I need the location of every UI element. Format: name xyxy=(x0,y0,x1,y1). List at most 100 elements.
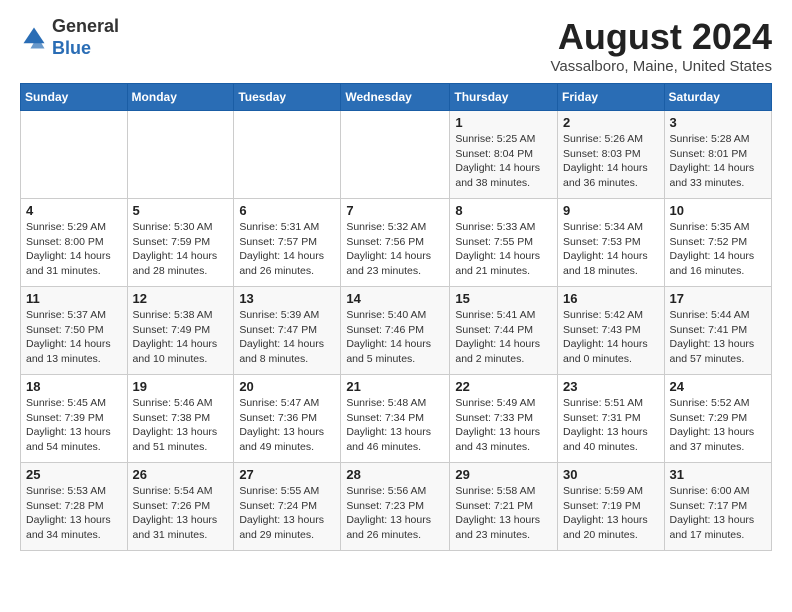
calendar-day-cell xyxy=(234,111,341,199)
day-number: 14 xyxy=(346,291,444,306)
day-info: Sunrise: 5:26 AM Sunset: 8:03 PM Dayligh… xyxy=(563,132,659,191)
page-header: General Blue August 2024 Vassalboro, Mai… xyxy=(20,16,772,75)
day-number: 18 xyxy=(26,379,122,394)
day-info: Sunrise: 5:48 AM Sunset: 7:34 PM Dayligh… xyxy=(346,396,444,455)
day-of-week-header: Friday xyxy=(558,84,665,111)
day-number: 3 xyxy=(670,115,766,130)
day-info: Sunrise: 5:37 AM Sunset: 7:50 PM Dayligh… xyxy=(26,308,122,367)
calendar-week-row: 18 Sunrise: 5:45 AM Sunset: 7:39 PM Dayli… xyxy=(21,375,772,463)
calendar-day-cell: 23 Sunrise: 5:51 AM Sunset: 7:31 PM Dayli… xyxy=(558,375,665,463)
calendar-table: SundayMondayTuesdayWednesdayThursdayFrid… xyxy=(20,83,772,551)
day-number: 1 xyxy=(455,115,552,130)
calendar-day-cell: 24Sunrise: 5:52 AM Sunset: 7:29 PM Dayli… xyxy=(664,375,771,463)
calendar-day-cell: 16 Sunrise: 5:42 AM Sunset: 7:43 PM Dayli… xyxy=(558,287,665,375)
day-info: Sunrise: 5:33 AM Sunset: 7:55 PM Dayligh… xyxy=(455,220,552,279)
day-number: 6 xyxy=(239,203,335,218)
day-number: 12 xyxy=(133,291,229,306)
day-info: Sunrise: 5:53 AM Sunset: 7:28 PM Dayligh… xyxy=(26,484,122,543)
calendar-day-cell: 1 Sunrise: 5:25 AM Sunset: 8:04 PM Daylig… xyxy=(450,111,558,199)
day-info: Sunrise: 5:59 AM Sunset: 7:19 PM Dayligh… xyxy=(563,484,659,543)
calendar-day-cell xyxy=(21,111,128,199)
calendar-day-cell: 3 Sunrise: 5:28 AM Sunset: 8:01 PM Daylig… xyxy=(664,111,771,199)
day-info: Sunrise: 5:46 AM Sunset: 7:38 PM Dayligh… xyxy=(133,396,229,455)
logo-icon xyxy=(20,24,48,52)
calendar-day-cell: 5 Sunrise: 5:30 AM Sunset: 7:59 PM Daylig… xyxy=(127,199,234,287)
day-info: Sunrise: 5:51 AM Sunset: 7:31 PM Dayligh… xyxy=(563,396,659,455)
day-info: Sunrise: 5:29 AM Sunset: 8:00 PM Dayligh… xyxy=(26,220,122,279)
day-number: 24 xyxy=(670,379,766,394)
day-number: 5 xyxy=(133,203,229,218)
day-info: Sunrise: 5:31 AM Sunset: 7:57 PM Dayligh… xyxy=(239,220,335,279)
day-number: 19 xyxy=(133,379,229,394)
calendar-day-cell: 11 Sunrise: 5:37 AM Sunset: 7:50 PM Dayli… xyxy=(21,287,128,375)
calendar-day-cell: 9 Sunrise: 5:34 AM Sunset: 7:53 PM Daylig… xyxy=(558,199,665,287)
day-of-week-header: Sunday xyxy=(21,84,128,111)
calendar-week-row: 25 Sunrise: 5:53 AM Sunset: 7:28 PM Dayli… xyxy=(21,463,772,551)
day-info: Sunrise: 5:34 AM Sunset: 7:53 PM Dayligh… xyxy=(563,220,659,279)
day-number: 29 xyxy=(455,467,552,482)
day-of-week-header: Wednesday xyxy=(341,84,450,111)
day-number: 9 xyxy=(563,203,659,218)
day-info: Sunrise: 5:40 AM Sunset: 7:46 PM Dayligh… xyxy=(346,308,444,367)
calendar-day-cell: 8Sunrise: 5:33 AM Sunset: 7:55 PM Daylig… xyxy=(450,199,558,287)
day-info: Sunrise: 5:39 AM Sunset: 7:47 PM Dayligh… xyxy=(239,308,335,367)
calendar-day-cell: 22Sunrise: 5:49 AM Sunset: 7:33 PM Dayli… xyxy=(450,375,558,463)
day-number: 11 xyxy=(26,291,122,306)
day-of-week-header: Tuesday xyxy=(234,84,341,111)
calendar-day-cell: 29 Sunrise: 5:58 AM Sunset: 7:21 PM Dayli… xyxy=(450,463,558,551)
month-year-title: August 2024 xyxy=(550,16,772,58)
calendar-header: SundayMondayTuesdayWednesdayThursdayFrid… xyxy=(21,84,772,111)
day-of-week-header: Monday xyxy=(127,84,234,111)
day-info: Sunrise: 5:45 AM Sunset: 7:39 PM Dayligh… xyxy=(26,396,122,455)
day-info: Sunrise: 5:35 AM Sunset: 7:52 PM Dayligh… xyxy=(670,220,766,279)
day-info: Sunrise: 5:44 AM Sunset: 7:41 PM Dayligh… xyxy=(670,308,766,367)
day-info: Sunrise: 6:00 AM Sunset: 7:17 PM Dayligh… xyxy=(670,484,766,543)
day-info: Sunrise: 5:42 AM Sunset: 7:43 PM Dayligh… xyxy=(563,308,659,367)
calendar-day-cell: 25 Sunrise: 5:53 AM Sunset: 7:28 PM Dayli… xyxy=(21,463,128,551)
calendar-day-cell: 31Sunrise: 6:00 AM Sunset: 7:17 PM Dayli… xyxy=(664,463,771,551)
calendar-day-cell: 30 Sunrise: 5:59 AM Sunset: 7:19 PM Dayli… xyxy=(558,463,665,551)
day-number: 10 xyxy=(670,203,766,218)
day-number: 15 xyxy=(455,291,552,306)
calendar-day-cell: 6 Sunrise: 5:31 AM Sunset: 7:57 PM Daylig… xyxy=(234,199,341,287)
day-info: Sunrise: 5:38 AM Sunset: 7:49 PM Dayligh… xyxy=(133,308,229,367)
calendar-day-cell: 18 Sunrise: 5:45 AM Sunset: 7:39 PM Dayli… xyxy=(21,375,128,463)
calendar-day-cell: 15Sunrise: 5:41 AM Sunset: 7:44 PM Dayli… xyxy=(450,287,558,375)
day-number: 4 xyxy=(26,203,122,218)
day-number: 28 xyxy=(346,467,444,482)
day-info: Sunrise: 5:56 AM Sunset: 7:23 PM Dayligh… xyxy=(346,484,444,543)
day-info: Sunrise: 5:32 AM Sunset: 7:56 PM Dayligh… xyxy=(346,220,444,279)
calendar-day-cell xyxy=(341,111,450,199)
day-number: 30 xyxy=(563,467,659,482)
day-info: Sunrise: 5:58 AM Sunset: 7:21 PM Dayligh… xyxy=(455,484,552,543)
calendar-day-cell: 19 Sunrise: 5:46 AM Sunset: 7:38 PM Dayli… xyxy=(127,375,234,463)
calendar-day-cell: 2Sunrise: 5:26 AM Sunset: 8:03 PM Daylig… xyxy=(558,111,665,199)
day-info: Sunrise: 5:25 AM Sunset: 8:04 PM Dayligh… xyxy=(455,132,552,191)
calendar-day-cell: 17Sunrise: 5:44 AM Sunset: 7:41 PM Dayli… xyxy=(664,287,771,375)
day-of-week-header: Saturday xyxy=(664,84,771,111)
day-number: 27 xyxy=(239,467,335,482)
calendar-day-cell: 26Sunrise: 5:54 AM Sunset: 7:26 PM Dayli… xyxy=(127,463,234,551)
day-number: 16 xyxy=(563,291,659,306)
calendar-day-cell xyxy=(127,111,234,199)
title-area: August 2024 Vassalboro, Maine, United St… xyxy=(550,16,772,75)
calendar-day-cell: 20Sunrise: 5:47 AM Sunset: 7:36 PM Dayli… xyxy=(234,375,341,463)
calendar-week-row: 1 Sunrise: 5:25 AM Sunset: 8:04 PM Daylig… xyxy=(21,111,772,199)
logo-text: General Blue xyxy=(52,16,119,59)
day-number: 13 xyxy=(239,291,335,306)
day-info: Sunrise: 5:49 AM Sunset: 7:33 PM Dayligh… xyxy=(455,396,552,455)
day-number: 23 xyxy=(563,379,659,394)
calendar-day-cell: 13 Sunrise: 5:39 AM Sunset: 7:47 PM Dayli… xyxy=(234,287,341,375)
calendar-day-cell: 27 Sunrise: 5:55 AM Sunset: 7:24 PM Dayli… xyxy=(234,463,341,551)
day-of-week-header: Thursday xyxy=(450,84,558,111)
day-number: 7 xyxy=(346,203,444,218)
header-row: SundayMondayTuesdayWednesdayThursdayFrid… xyxy=(21,84,772,111)
calendar-day-cell: 21Sunrise: 5:48 AM Sunset: 7:34 PM Dayli… xyxy=(341,375,450,463)
calendar-day-cell: 12 Sunrise: 5:38 AM Sunset: 7:49 PM Dayli… xyxy=(127,287,234,375)
calendar-day-cell: 7 Sunrise: 5:32 AM Sunset: 7:56 PM Daylig… xyxy=(341,199,450,287)
day-info: Sunrise: 5:55 AM Sunset: 7:24 PM Dayligh… xyxy=(239,484,335,543)
calendar-day-cell: 10 Sunrise: 5:35 AM Sunset: 7:52 PM Dayli… xyxy=(664,199,771,287)
day-info: Sunrise: 5:30 AM Sunset: 7:59 PM Dayligh… xyxy=(133,220,229,279)
day-info: Sunrise: 5:28 AM Sunset: 8:01 PM Dayligh… xyxy=(670,132,766,191)
day-number: 25 xyxy=(26,467,122,482)
